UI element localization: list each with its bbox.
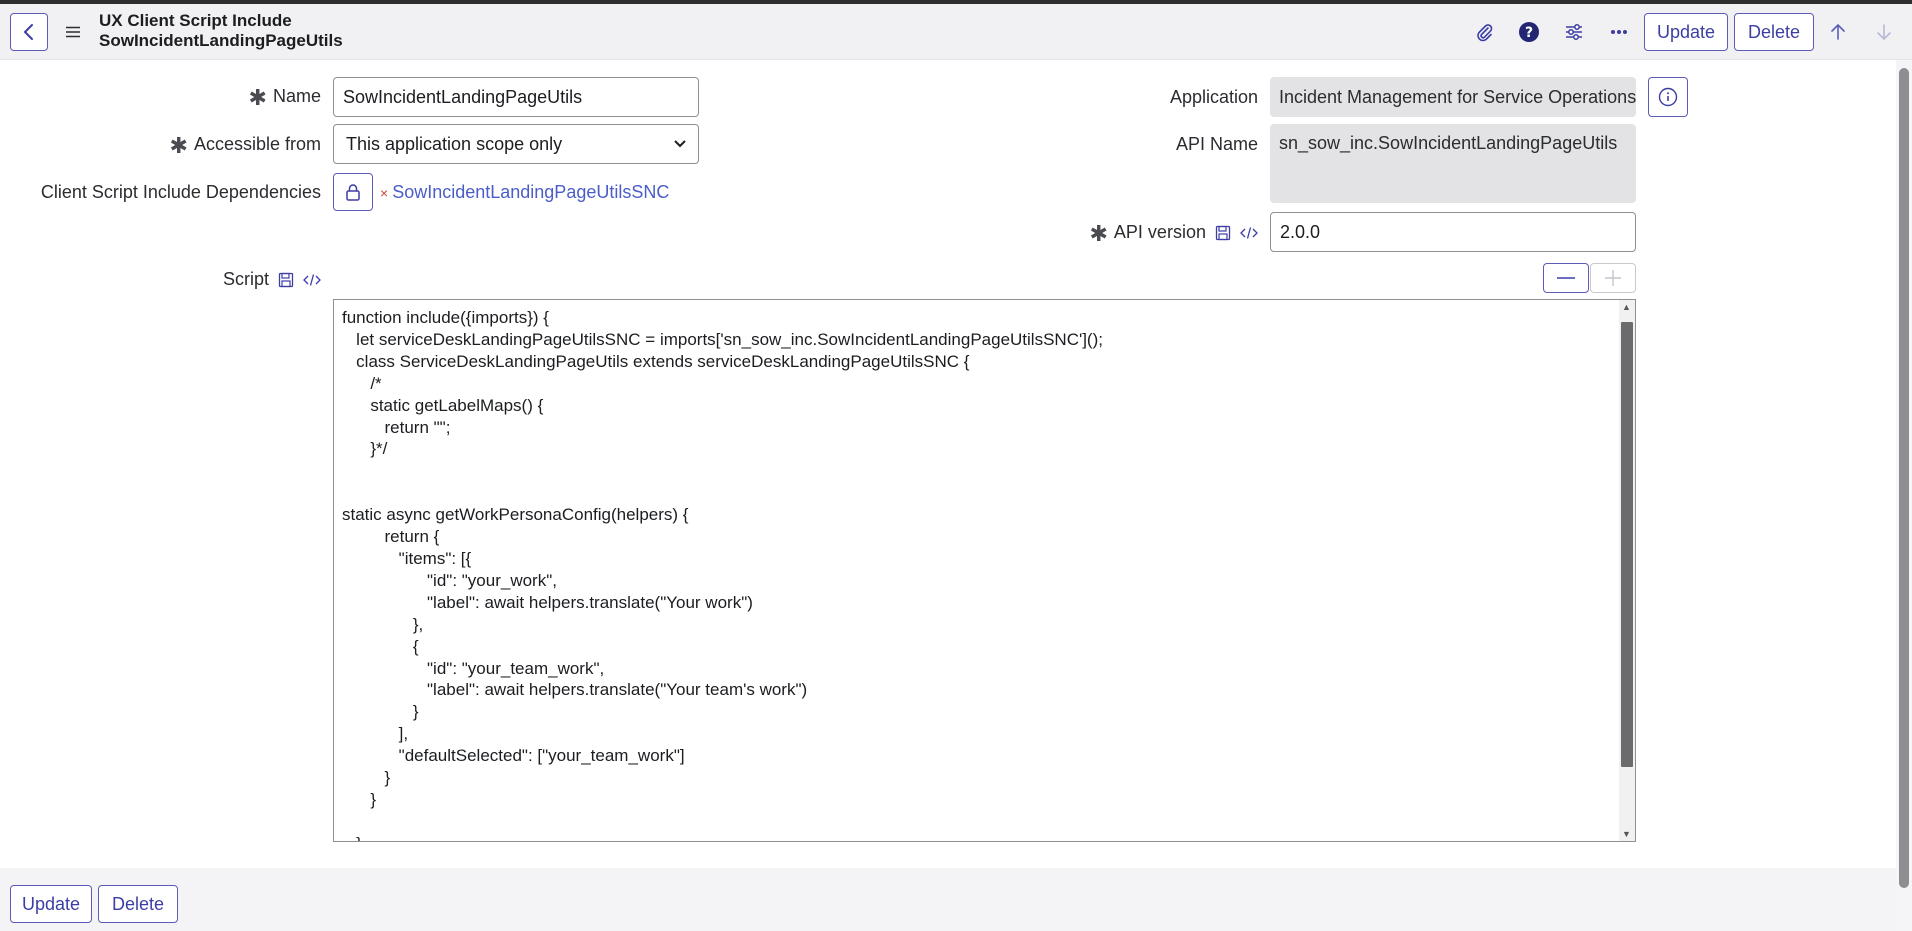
form-header: UX Client Script Include SowIncidentLand… bbox=[0, 4, 1912, 60]
code-icon[interactable] bbox=[1240, 226, 1258, 240]
api-version-input[interactable]: 2.0.0 bbox=[1270, 212, 1636, 252]
unlock-dependencies-button[interactable] bbox=[333, 173, 373, 211]
save-icon[interactable] bbox=[278, 272, 294, 288]
script-code[interactable]: function include({imports}) { let servic… bbox=[342, 307, 1103, 841]
expand-editor-button[interactable] bbox=[1590, 263, 1636, 293]
header-delete-button[interactable]: Delete bbox=[1734, 13, 1814, 51]
name-input[interactable]: SowIncidentLandingPageUtils bbox=[333, 77, 699, 117]
page-scrollbar[interactable] bbox=[1896, 60, 1912, 931]
page-scrollbar-thumb[interactable] bbox=[1899, 68, 1909, 888]
info-icon bbox=[1658, 87, 1678, 107]
required-icon: ✱ bbox=[1089, 221, 1108, 246]
plus-icon bbox=[1605, 270, 1621, 286]
api-name-label: API Name bbox=[1175, 134, 1258, 154]
header-update-button[interactable]: Update bbox=[1644, 13, 1728, 51]
application-field: Incident Management for Service Operatio… bbox=[1270, 77, 1636, 117]
dependencies-label: Client Script Include Dependencies bbox=[40, 182, 321, 202]
chevron-down-icon bbox=[674, 140, 686, 148]
paperclip-icon[interactable] bbox=[1470, 18, 1498, 46]
script-label-text: Script bbox=[222, 269, 269, 289]
scroll-up-icon[interactable]: ▲ bbox=[1622, 302, 1631, 312]
script-scrollbar-thumb[interactable] bbox=[1621, 322, 1633, 767]
svg-text:?: ? bbox=[1525, 25, 1533, 41]
name-label-text: Name bbox=[272, 86, 321, 106]
scroll-down-icon[interactable]: ▼ bbox=[1622, 829, 1631, 839]
help-icon[interactable]: ? bbox=[1515, 18, 1543, 46]
required-icon: ✱ bbox=[169, 133, 188, 158]
back-button[interactable] bbox=[10, 13, 48, 51]
chevron-left-icon bbox=[23, 24, 33, 40]
api-version-label-text: API version bbox=[1113, 222, 1206, 242]
save-icon[interactable] bbox=[1215, 225, 1231, 241]
page-title: UX Client Script Include SowIncidentLand… bbox=[99, 11, 343, 51]
shrink-editor-button[interactable] bbox=[1543, 263, 1589, 293]
footer-delete-button[interactable]: Delete bbox=[98, 885, 178, 923]
hamburger-menu-icon[interactable] bbox=[64, 22, 82, 42]
arrow-up-icon[interactable] bbox=[1824, 18, 1852, 46]
code-icon[interactable] bbox=[303, 273, 321, 287]
form-footer bbox=[0, 868, 1896, 931]
application-label: Application bbox=[1169, 87, 1258, 107]
page-title-record: SowIncidentLandingPageUtils bbox=[99, 31, 343, 50]
script-scrollbar[interactable]: ▲ ▼ bbox=[1619, 300, 1635, 841]
minus-icon bbox=[1557, 277, 1575, 279]
remove-dependency-icon[interactable]: × bbox=[380, 185, 388, 201]
script-label: Script bbox=[180, 269, 321, 290]
footer-update-button[interactable]: Update bbox=[10, 885, 92, 923]
name-label: ✱ Name bbox=[170, 85, 321, 111]
script-editor[interactable]: function include({imports}) { let servic… bbox=[333, 299, 1636, 842]
accessible-from-label: ✱ Accessible from bbox=[150, 133, 321, 159]
application-info-button[interactable] bbox=[1648, 77, 1688, 117]
required-icon: ✱ bbox=[248, 85, 267, 110]
arrow-down-icon[interactable] bbox=[1870, 18, 1898, 46]
api-version-label: ✱ API version bbox=[1050, 221, 1258, 247]
api-name-field: sn_sow_inc.SowIncidentLandingPageUtils bbox=[1270, 124, 1636, 203]
settings-sliders-icon[interactable] bbox=[1560, 18, 1588, 46]
accessible-from-value: This application scope only bbox=[346, 133, 563, 154]
dependency-item[interactable]: × SowIncidentLandingPageUtilsSNC bbox=[380, 182, 669, 203]
accessible-from-select[interactable]: This application scope only bbox=[333, 124, 699, 164]
page-title-table: UX Client Script Include bbox=[99, 11, 292, 30]
accessible-from-label-text: Accessible from bbox=[193, 134, 321, 154]
dependency-link[interactable]: SowIncidentLandingPageUtilsSNC bbox=[392, 182, 669, 202]
more-options-icon[interactable] bbox=[1605, 18, 1633, 46]
lock-icon bbox=[346, 184, 360, 201]
